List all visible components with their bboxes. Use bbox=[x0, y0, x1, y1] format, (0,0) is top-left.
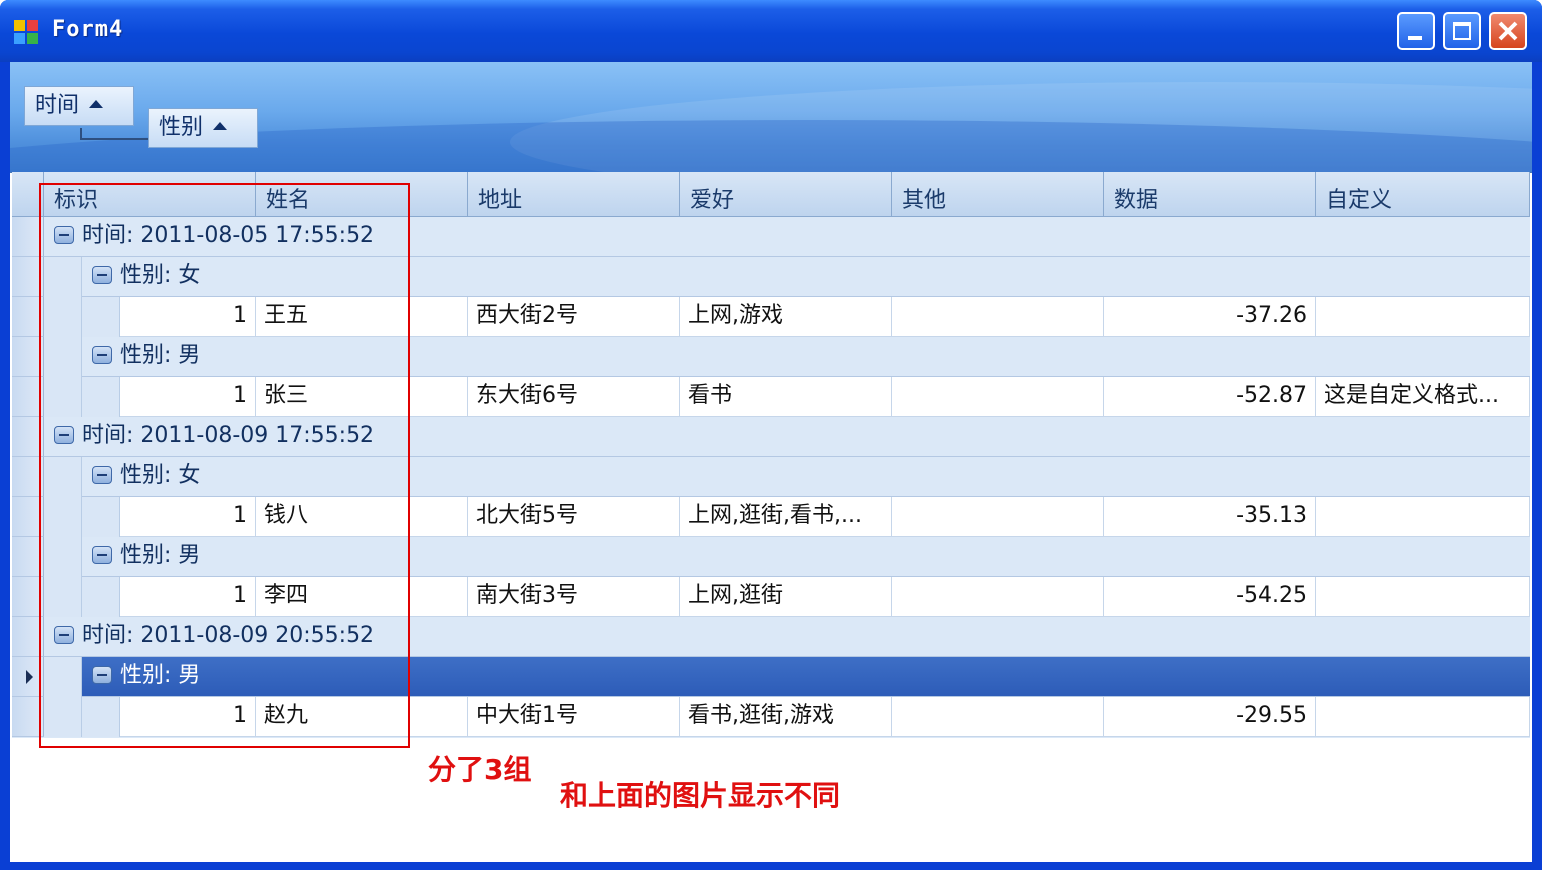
cell-address[interactable]: 北大街5号 bbox=[468, 497, 680, 537]
close-icon bbox=[1498, 21, 1518, 41]
close-button[interactable] bbox=[1489, 12, 1527, 50]
minimize-icon bbox=[1408, 36, 1422, 40]
title-bar[interactable]: Form4 bbox=[0, 0, 1542, 62]
cell-custom[interactable] bbox=[1316, 577, 1530, 617]
cell-other[interactable] bbox=[892, 297, 1104, 337]
cell-custom[interactable] bbox=[1316, 497, 1530, 537]
app-icon[interactable] bbox=[14, 20, 40, 46]
cell-other[interactable] bbox=[892, 697, 1104, 737]
column-header-other[interactable]: 其他 bbox=[892, 172, 1104, 216]
window-title: Form4 bbox=[52, 17, 124, 42]
cell-address[interactable]: 西大街2号 bbox=[468, 297, 680, 337]
group-chip-label: 性别 bbox=[159, 115, 204, 140]
column-header-custom[interactable]: 自定义 bbox=[1316, 172, 1530, 216]
cell-hobby[interactable]: 上网,逛街 bbox=[680, 577, 892, 617]
group-by-panel[interactable]: 时间 性别 bbox=[10, 62, 1532, 173]
column-header-data[interactable]: 数据 bbox=[1104, 172, 1316, 216]
annotation-text: 分了3组 bbox=[428, 753, 532, 786]
cell-custom[interactable] bbox=[1316, 297, 1530, 337]
cell-data[interactable]: -35.13 bbox=[1104, 497, 1316, 537]
group-chip-label: 时间 bbox=[35, 93, 80, 118]
app-window: Form4 时间 性别 标识 姓名 地址 爱好 其他 数据 自定义 时间: 20… bbox=[0, 0, 1542, 870]
column-header-address[interactable]: 地址 bbox=[468, 172, 680, 216]
cell-address[interactable]: 中大街1号 bbox=[468, 697, 680, 737]
current-row-icon bbox=[26, 670, 33, 684]
cell-hobby[interactable]: 上网,游戏 bbox=[680, 297, 892, 337]
cell-data[interactable]: -52.87 bbox=[1104, 377, 1316, 417]
maximize-icon bbox=[1453, 22, 1471, 40]
cell-hobby[interactable]: 看书 bbox=[680, 377, 892, 417]
cell-address[interactable]: 东大街6号 bbox=[468, 377, 680, 417]
group-chip-time[interactable]: 时间 bbox=[24, 86, 134, 126]
column-header-hobby[interactable]: 爱好 bbox=[680, 172, 892, 216]
group-chip-gender[interactable]: 性别 bbox=[148, 108, 258, 148]
annotation-highlight-box bbox=[39, 183, 410, 748]
sort-ascending-icon bbox=[89, 100, 104, 108]
cell-data[interactable]: -37.26 bbox=[1104, 297, 1316, 337]
cell-other[interactable] bbox=[892, 497, 1104, 537]
cell-other[interactable] bbox=[892, 377, 1104, 417]
cell-custom[interactable] bbox=[1316, 697, 1530, 737]
cell-address[interactable]: 南大街3号 bbox=[468, 577, 680, 617]
cell-other[interactable] bbox=[892, 577, 1104, 617]
sort-ascending-icon bbox=[213, 122, 228, 130]
cell-data[interactable]: -29.55 bbox=[1104, 697, 1316, 737]
annotation-text: 和上面的图片显示不同 bbox=[560, 779, 841, 812]
maximize-button[interactable] bbox=[1443, 12, 1481, 50]
cell-data[interactable]: -54.25 bbox=[1104, 577, 1316, 617]
cell-hobby[interactable]: 上网,逛街,看书,... bbox=[680, 497, 892, 537]
cell-hobby[interactable]: 看书,逛街,游戏 bbox=[680, 697, 892, 737]
cell-custom[interactable]: 这是自定义格式... bbox=[1316, 377, 1530, 417]
minimize-button[interactable] bbox=[1397, 12, 1435, 50]
group-connector bbox=[80, 128, 148, 140]
